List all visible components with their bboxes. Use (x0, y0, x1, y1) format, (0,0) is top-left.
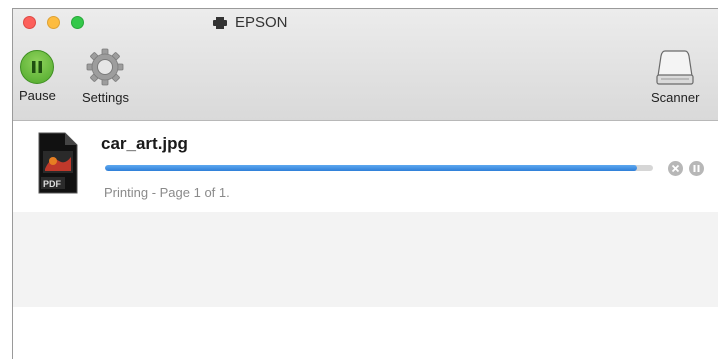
scanner-button[interactable]: Scanner (651, 48, 699, 105)
empty-job-row (13, 212, 718, 307)
zoom-window-button[interactable] (71, 16, 84, 29)
gear-icon (87, 48, 124, 86)
minimize-window-button[interactable] (47, 16, 60, 29)
settings-label: Settings (82, 90, 129, 105)
close-window-button[interactable] (23, 16, 36, 29)
toolbar: EPSON Pause Settings Scanner (13, 9, 718, 121)
settings-button[interactable]: Settings (82, 48, 129, 105)
printer-icon (213, 16, 227, 29)
hold-job-button[interactable] (689, 161, 704, 176)
pause-icon (20, 50, 55, 84)
pause-button[interactable]: Pause (19, 50, 56, 103)
scanner-label: Scanner (651, 90, 700, 105)
window-title-text: EPSON (235, 14, 288, 31)
cancel-icon (671, 164, 680, 173)
pause-label: Pause (19, 88, 56, 103)
cancel-job-button[interactable] (668, 161, 683, 176)
job-name: car_art.jpg (101, 134, 188, 153)
job-list: PDF car_art.jpg Printing - Page 1 of 1. (13, 121, 718, 359)
print-queue-window: EPSON Pause Settings Scanner PDF car_art… (12, 8, 718, 359)
progress-fill (105, 165, 637, 171)
job-row[interactable]: PDF car_art.jpg Printing - Page 1 of 1. (13, 121, 718, 212)
pdf-badge: PDF (43, 179, 62, 189)
job-status: Printing - Page 1 of 1. (104, 185, 230, 200)
pdf-document-icon: PDF (38, 132, 78, 194)
pause-small-icon (693, 165, 700, 172)
print-progress-bar (105, 165, 653, 171)
window-title: EPSON (213, 14, 288, 31)
scanner-icon (656, 50, 694, 85)
